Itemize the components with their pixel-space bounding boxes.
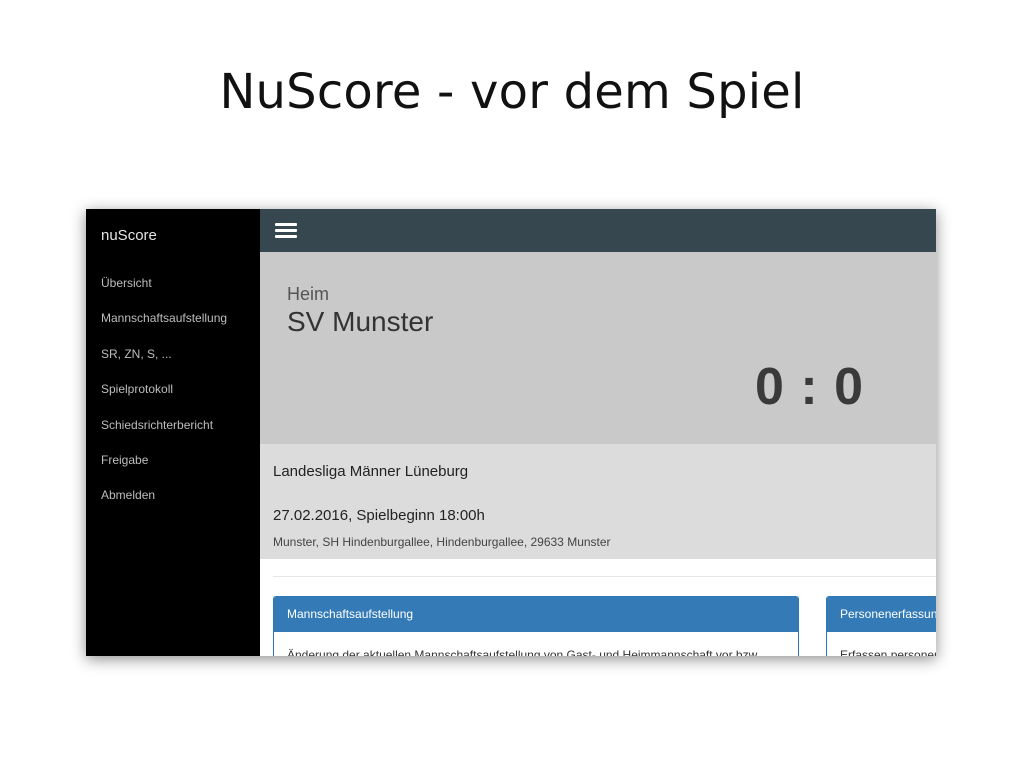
sidebar-item-freigabe[interactable]: Freigabe — [101, 453, 227, 488]
hamburger-menu-icon[interactable] — [275, 223, 297, 238]
team-role: Heim — [287, 284, 330, 304]
divider — [273, 576, 936, 577]
match-venue: Munster, SH Hindenburgallee, Hindenburga… — [273, 535, 611, 549]
match-info: Landesliga Männer Lüneburg 27.02.2016, S… — [260, 444, 936, 559]
sidebar-item-schiedsrichterbericht[interactable]: Schiedsrichterbericht — [101, 418, 227, 453]
sidebar-nav: Übersicht Mannschaftsaufstellung SR, ZN,… — [101, 276, 227, 524]
slide-title: NuScore - vor dem Spiel — [219, 64, 805, 120]
card-description: Änderung der aktuellen Mannschaftsaufste… — [287, 648, 760, 656]
card-title[interactable]: Mannschaftsaufstellung — [274, 597, 798, 632]
league-name: Landesliga Männer Lüneburg — [273, 463, 469, 480]
card-personenerfassung[interactable]: Personenerfassung Erfassen personen — [826, 596, 936, 656]
match-score: 0 : 0 — [755, 358, 865, 416]
card-title[interactable]: Personenerfassung — [827, 597, 936, 632]
team-name: SV Munster — [287, 306, 434, 337]
card-mannschaftsaufstellung[interactable]: Mannschaftsaufstellung Änderung der aktu… — [273, 596, 799, 656]
sidebar-item-sr-zn-s[interactable]: SR, ZN, S, ... — [101, 347, 227, 382]
match-header: Heim SV Munster 0 : 0 — [260, 252, 936, 444]
main-content: Mannschaftsaufstellung Änderung der aktu… — [260, 559, 936, 656]
app-screenshot: nuScore Übersicht Mannschaftsaufstellung… — [86, 209, 936, 656]
sidebar-item-mannschaftsaufstellung[interactable]: Mannschaftsaufstellung — [101, 311, 227, 346]
top-bar — [260, 209, 936, 252]
card-description: Erfassen personen — [840, 648, 936, 656]
app-brand[interactable]: nuScore — [101, 227, 157, 244]
sidebar-item-abmelden[interactable]: Abmelden — [101, 488, 227, 523]
sidebar-item-spielprotokoll[interactable]: Spielprotokoll — [101, 382, 227, 417]
sidebar: nuScore Übersicht Mannschaftsaufstellung… — [86, 209, 260, 656]
match-datetime: 27.02.2016, Spielbeginn 18:00h — [273, 507, 485, 524]
sidebar-item-uebersicht[interactable]: Übersicht — [101, 276, 227, 311]
